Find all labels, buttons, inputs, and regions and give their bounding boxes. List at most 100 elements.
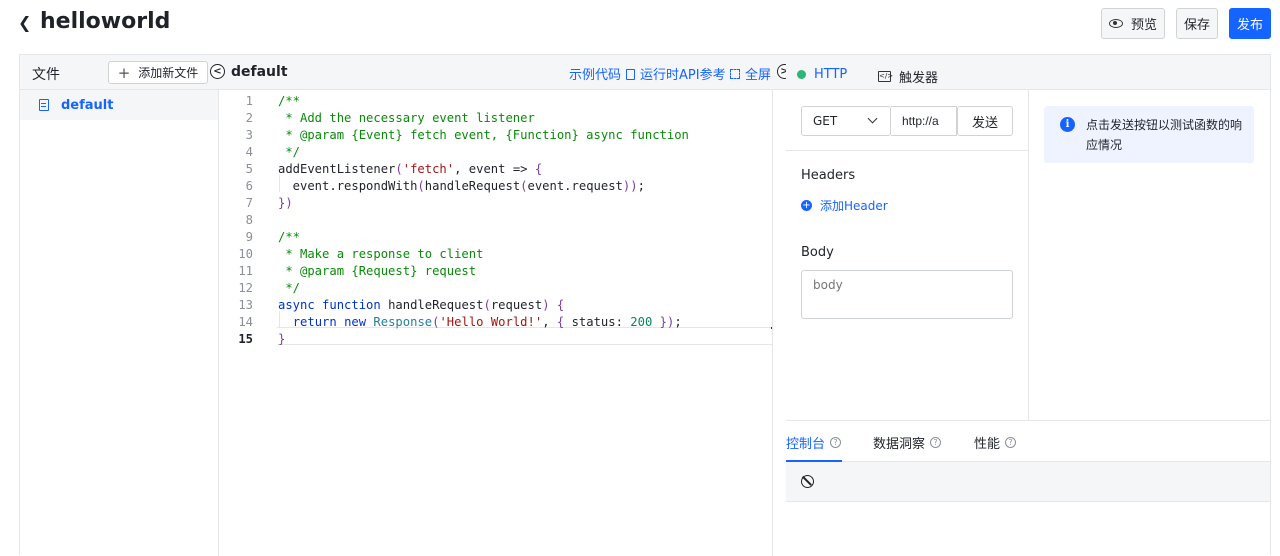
code-line[interactable]: 14 return new Response('Hello World!', {… — [219, 314, 786, 331]
editor-tab-default[interactable]: default — [231, 64, 288, 80]
response-info-box: i 点击发送按钮以测试函数的响应情况 — [1044, 106, 1254, 163]
tab-data-insight[interactable]: 数据洞察 ? — [873, 433, 942, 452]
console-toolbar — [786, 462, 1270, 502]
line-number: 1 — [245, 94, 253, 108]
line-number: 13 — [238, 298, 253, 312]
back-arrow-icon[interactable]: ❮ — [18, 13, 31, 32]
doc-icon — [626, 69, 635, 80]
line-number: 15 — [238, 332, 253, 346]
fullscreen-link[interactable]: 全屏 — [730, 64, 771, 83]
page-title: helloworld — [40, 9, 171, 34]
line-number: 8 — [245, 213, 253, 227]
eye-icon — [1108, 19, 1123, 28]
debug-panel: HTTP </> 触发器 GET http://a 发送 Headers + 添… — [786, 55, 1270, 556]
code-line[interactable]: 12 */ — [219, 280, 786, 297]
code-line[interactable]: 4 */ — [219, 144, 786, 161]
code-text: * Add the necessary event listener — [278, 111, 535, 125]
code-line[interactable]: 5 addEventListener('fetch', event => { — [219, 161, 786, 178]
code-line[interactable]: 7}) — [219, 195, 786, 212]
file-item-label: default — [61, 97, 114, 113]
add-file-button[interactable]: + 添加新文件 — [108, 61, 208, 84]
chevron-down-icon — [867, 113, 878, 124]
line-number: 5 — [245, 162, 253, 176]
method-value: GET — [813, 114, 838, 128]
add-file-label: 添加新文件 — [138, 66, 199, 80]
line-number: 12 — [238, 281, 253, 295]
tab-data-insight-label: 数据洞察 — [873, 437, 926, 452]
tab-trigger-label: 触发器 — [899, 71, 939, 86]
preview-label: 预览 — [1130, 18, 1157, 33]
file-item-default[interactable]: default — [20, 90, 218, 120]
preview-button[interactable]: 预览 — [1101, 8, 1165, 39]
file-icon — [39, 99, 49, 111]
code-text: */ — [278, 145, 301, 159]
fullscreen-label: 全屏 — [745, 68, 772, 83]
code-text: addEventListener('fetch', event => { — [278, 162, 543, 176]
code-text: return new Response('Hello World!', { st… — [292, 315, 682, 329]
fullscreen-icon — [730, 69, 740, 79]
publish-button[interactable]: 发布 — [1229, 8, 1271, 39]
code-line[interactable]: 3 * @param {Event} fetch event, {Functio… — [219, 127, 786, 144]
code-text: * @param {Request} request — [278, 264, 477, 278]
tab-performance[interactable]: 性能 ? — [974, 433, 1017, 452]
file-panel-title: 文件 — [32, 67, 60, 83]
help-icon: ? — [1005, 437, 1017, 448]
line-number: 7 — [245, 196, 253, 210]
add-header-button[interactable]: + 添加Header — [801, 197, 888, 214]
method-select[interactable]: GET — [801, 106, 891, 136]
code-text: event.respondWith(handleRequest(event.re… — [278, 179, 645, 193]
console-tab-bar: 控制台 ? 数据洞察 ? 性能 ? — [786, 420, 1270, 462]
code-text: /** — [278, 94, 301, 108]
code-line[interactable]: 10 * Make a response to client — [219, 246, 786, 263]
tab-http[interactable]: HTTP — [797, 67, 847, 82]
sample-code-link[interactable]: 示例代码 — [569, 64, 621, 83]
tab-performance-label: 性能 — [974, 437, 1001, 452]
line-number: 14 — [238, 315, 253, 329]
code-text: */ — [278, 281, 301, 295]
code-editor[interactable]: 1 /** 2 * Add the necessary event listener… — [219, 90, 786, 556]
line-number: 3 — [245, 128, 253, 142]
code-line[interactable]: 15} — [219, 331, 786, 348]
info-icon: i — [1060, 117, 1075, 132]
body-label: Body — [801, 245, 834, 260]
clear-console-icon[interactable] — [801, 475, 814, 488]
code-line[interactable]: 2 * Add the necessary event listener — [219, 110, 786, 127]
code-text: } — [278, 332, 286, 346]
plus-icon: + — [117, 63, 131, 82]
debug-tab-bar: HTTP </> 触发器 — [786, 55, 1270, 90]
plus-circle-icon: + — [801, 199, 812, 211]
runtime-api-link[interactable]: 运行时API参考 — [626, 64, 726, 83]
runtime-api-label: 运行时API参考 — [640, 68, 726, 83]
tab-http-label: HTTP — [814, 67, 848, 82]
editor-scrollbar[interactable] — [772, 90, 786, 556]
line-number: 11 — [238, 264, 253, 278]
editor-header: < default 示例代码 运行时API参考 全屏 > — [210, 55, 792, 90]
line-number: 9 — [245, 230, 253, 244]
line-number: 6 — [245, 179, 253, 193]
top-bar: ❮ helloworld 预览 保存 发布 — [0, 0, 1280, 54]
headers-label: Headers — [801, 168, 856, 183]
divider — [786, 150, 1029, 151]
help-icon: ? — [930, 437, 942, 448]
code-text: async function handleRequest(request) { — [278, 298, 565, 312]
help-icon: ? — [830, 437, 842, 448]
info-text: 点击发送按钮以测试函数的响应情况 — [1086, 118, 1243, 152]
code-line[interactable]: 9 /** — [219, 229, 786, 246]
request-panel: GET http://a 发送 Headers + 添加Header Body — [786, 90, 1029, 420]
code-line[interactable]: 11 * @param {Request} request — [219, 263, 786, 280]
line-number: 4 — [245, 145, 253, 159]
code-line[interactable]: 1 /** — [219, 93, 786, 110]
body-input[interactable] — [801, 270, 1013, 319]
code-line[interactable]: 8 — [219, 212, 786, 229]
code-line[interactable]: 6 event.respondWith(handleRequest(event.… — [219, 178, 786, 195]
code-text: }) — [278, 196, 293, 210]
code-line[interactable]: 13 async function handleRequest(request) … — [219, 297, 786, 314]
tab-console-label: 控制台 — [786, 437, 826, 452]
collapse-left-icon[interactable]: < — [210, 64, 225, 79]
tab-trigger[interactable]: </> 触发器 — [878, 67, 938, 86]
save-button[interactable]: 保存 — [1176, 8, 1218, 39]
code-text: * Make a response to client — [278, 247, 484, 261]
url-input[interactable]: http://a — [891, 106, 957, 136]
send-button[interactable]: 发送 — [957, 106, 1013, 136]
tab-console[interactable]: 控制台 ? — [786, 433, 842, 452]
